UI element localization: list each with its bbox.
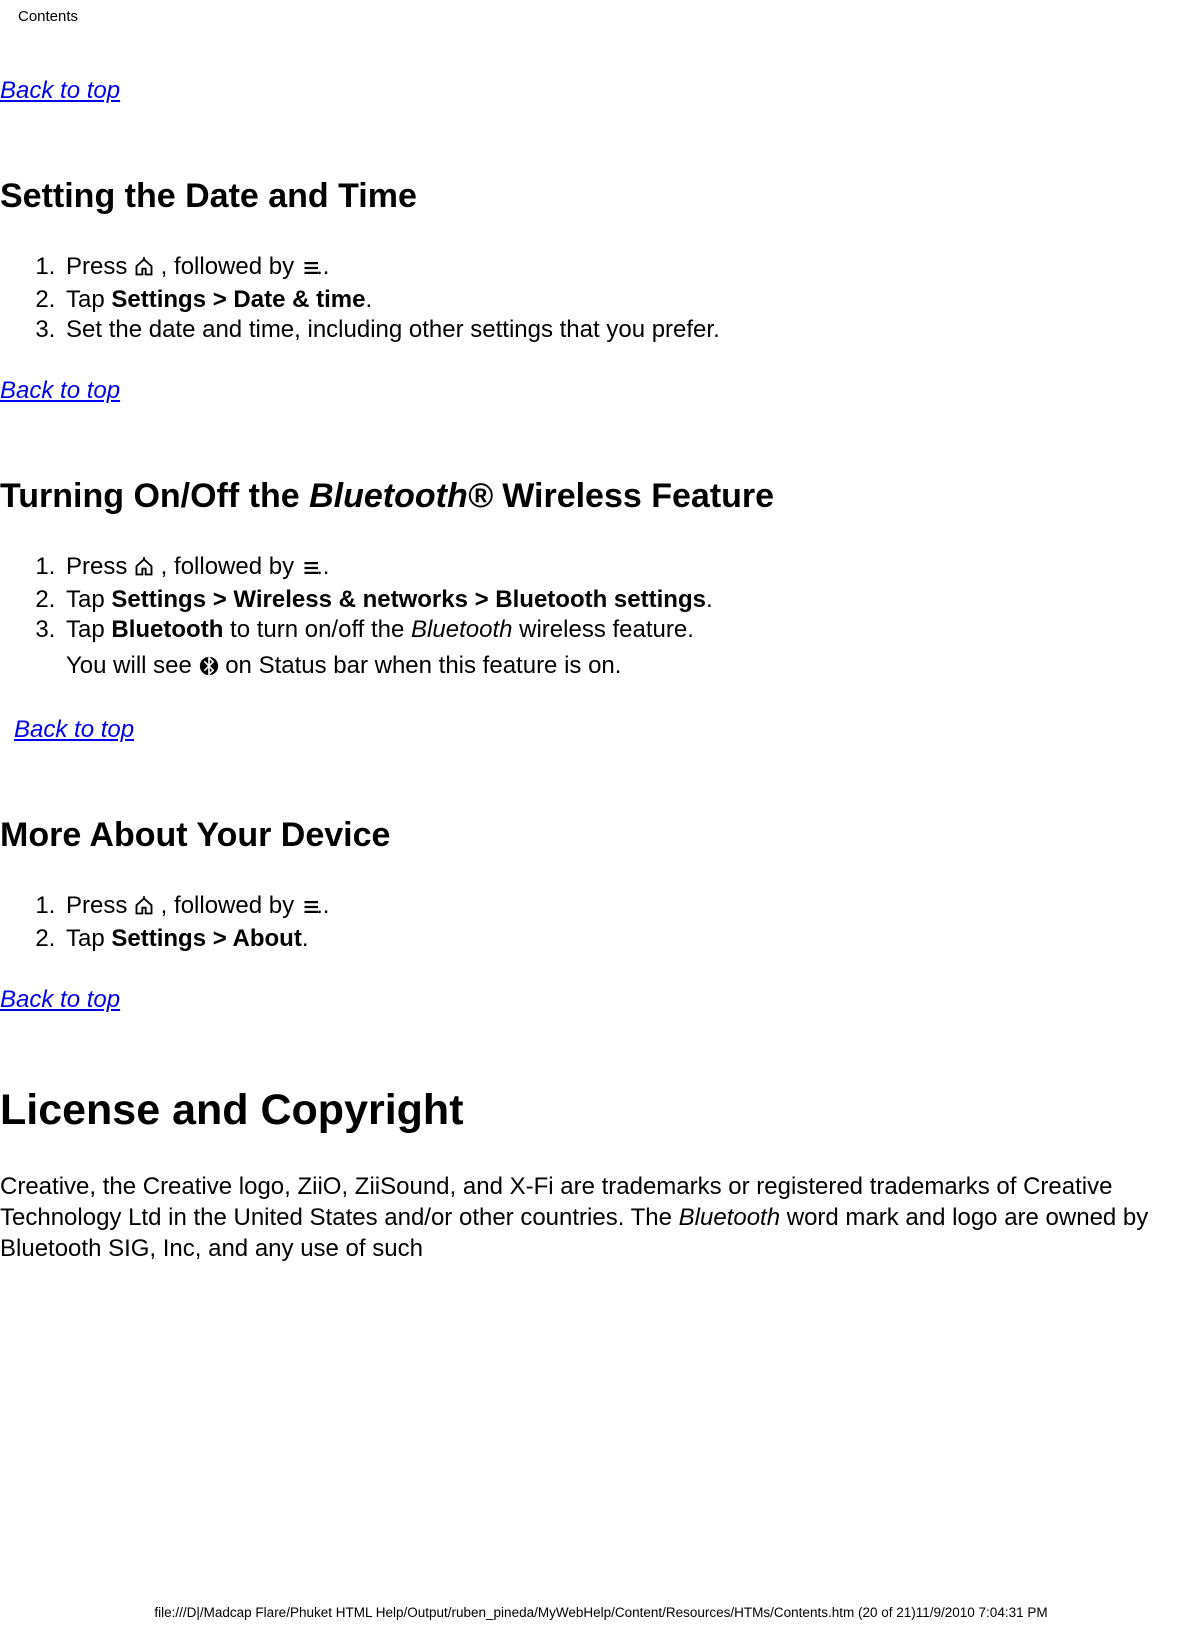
text: . [365,286,372,313]
heading-more-about: More About Your Device [0,816,1202,855]
text: , followed by [154,892,301,919]
license-paragraph: Creative, the Creative logo, ZiiO, ZiiSo… [0,1171,1202,1265]
text: on Status bar when this feature is on. [219,652,622,679]
text-bold: Settings > Date & time [111,286,365,313]
list-item: Tap Settings > About. [62,924,1202,954]
text: . [706,586,713,613]
text: , followed by [154,253,301,280]
text-bold: Settings > Wireless & networks > Bluetoo… [111,586,706,613]
list-bluetooth: Press , followed by . Tap Settings > Wir… [0,552,1202,684]
text: Press [66,553,134,580]
home-icon [134,255,154,285]
back-to-top-link[interactable]: Back to top [0,986,120,1013]
back-to-top-link[interactable]: Back to top [14,716,134,743]
back-to-top-link[interactable]: Back to top [0,377,120,404]
menu-icon [301,555,323,585]
sub-line: You will see on Status bar when this fea… [66,651,1202,684]
menu-icon [301,894,323,924]
text: You will see [66,652,199,679]
text: Turning On/Off the [0,477,309,515]
text: Press [66,892,134,919]
text: . [302,925,309,952]
heading-license: License and Copyright [0,1086,1202,1135]
footer-path: file:///D|/Madcap Flare/Phuket HTML Help… [0,1605,1202,1620]
text: Set the date and time, including other s… [66,316,720,343]
text: , followed by [154,553,301,580]
heading-bluetooth: Turning On/Off the Bluetooth® Wireless F… [0,477,1202,516]
text: Press [66,253,134,280]
list-item: Press , followed by . [62,891,1202,924]
list-item: Tap Bluetooth to turn on/off the Bluetoo… [62,615,1202,684]
list-item: Tap Settings > Date & time. [62,285,1202,315]
list-item: Set the date and time, including other s… [62,315,1202,345]
text: wireless feature. [512,616,693,643]
bluetooth-icon [199,654,219,684]
text: Tap [66,925,111,952]
text-italic: Bluetooth [411,616,512,643]
text-italic: Bluetooth [679,1204,780,1231]
text: . [323,892,330,919]
menu-icon [301,255,323,285]
text-bold: Bluetooth [111,616,223,643]
list-item: Tap Settings > Wireless & networks > Blu… [62,585,1202,615]
text: Wireless Feature [493,477,774,515]
list-date-time: Press , followed by . Tap Settings > Dat… [0,252,1202,345]
page-header: Contents [0,0,1202,25]
text: Tap [66,286,111,313]
text-bold: Settings > About [111,925,301,952]
text-italic: Bluetooth® [309,477,493,515]
list-item: Press , followed by . [62,252,1202,285]
text: Tap [66,616,111,643]
back-to-top-link[interactable]: Back to top [0,77,120,104]
text: . [323,253,330,280]
home-icon [134,894,154,924]
text: to turn on/off the [223,616,411,643]
text: . [323,553,330,580]
text: Tap [66,586,111,613]
heading-date-time: Setting the Date and Time [0,177,1202,216]
list-item: Press , followed by . [62,552,1202,585]
home-icon [134,555,154,585]
list-more-about: Press , followed by . Tap Settings > Abo… [0,891,1202,954]
